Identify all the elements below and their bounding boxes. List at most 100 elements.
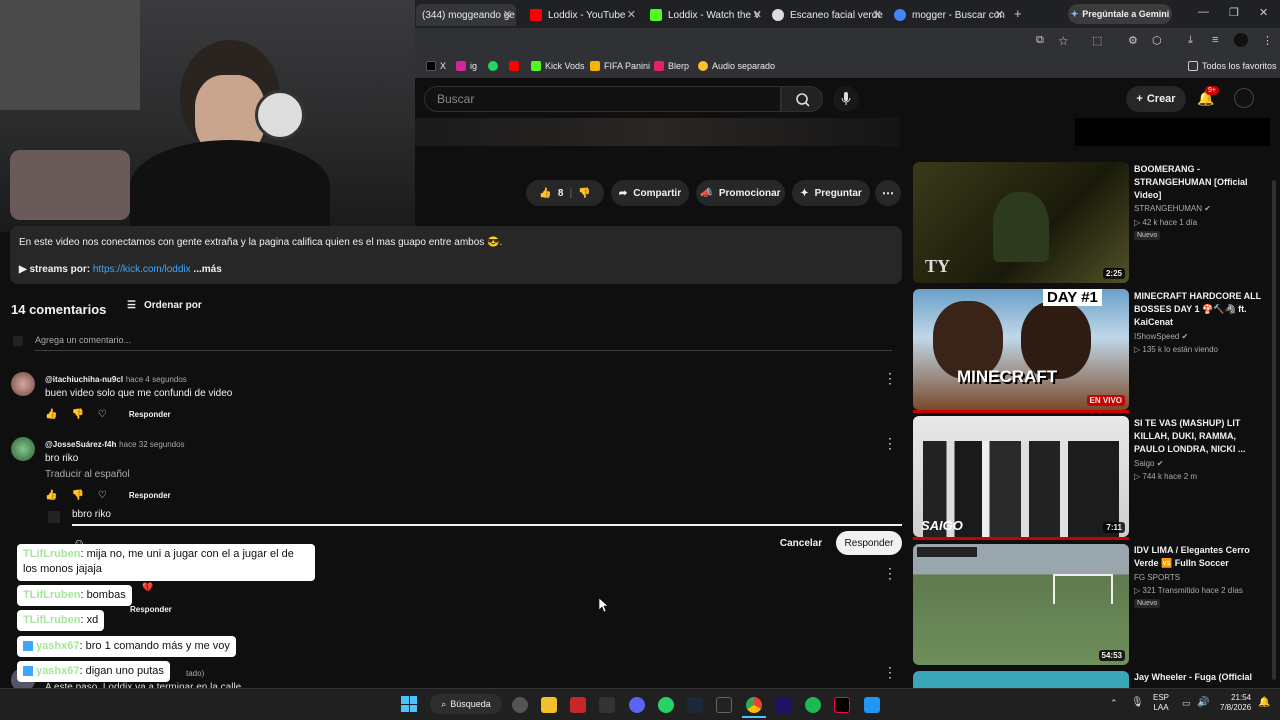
discord-icon[interactable] bbox=[629, 697, 645, 713]
bookmark-whatsapp[interactable] bbox=[488, 61, 498, 71]
gemini-button[interactable]: ✦ Pregúntale a Gemini bbox=[1068, 4, 1172, 24]
description-box[interactable]: En este video nos conectamos con gente e… bbox=[10, 226, 902, 284]
video-thumbnail[interactable]: SAIGO 7:11 bbox=[913, 416, 1129, 537]
channel-name[interactable]: IShowSpeed ✔ bbox=[1134, 332, 1188, 341]
translate-link[interactable]: Traducir al español bbox=[45, 469, 130, 480]
app-icon[interactable] bbox=[864, 697, 880, 713]
app-icon[interactable] bbox=[570, 697, 586, 713]
extension-icon[interactable]: ⬡ bbox=[1152, 34, 1162, 47]
new-tab-button[interactable]: + bbox=[1014, 6, 1022, 21]
epic-games-icon[interactable] bbox=[716, 697, 732, 713]
close-icon[interactable]: ✕ bbox=[873, 8, 882, 21]
browser-tab[interactable]: Loddix - Watch the V ✕ bbox=[644, 4, 766, 26]
spotify-icon[interactable] bbox=[805, 697, 821, 713]
video-thumbnail[interactable]: 54:53 bbox=[913, 544, 1129, 665]
add-comment-input[interactable]: Agrega un comentario... bbox=[35, 335, 131, 345]
bookmark-kick-vods[interactable]: Kick Vods bbox=[531, 61, 585, 71]
promote-button[interactable]: 📣 Promocionar bbox=[696, 180, 785, 206]
browser-tab[interactable]: (344) moggeando ge ✕ bbox=[416, 4, 516, 26]
network-icon[interactable]: ▭ bbox=[1182, 698, 1191, 709]
bookmark-youtube[interactable] bbox=[509, 61, 519, 71]
show-more-button[interactable]: ...más bbox=[193, 264, 221, 275]
heart-icon[interactable]: ♡ bbox=[98, 409, 107, 420]
close-icon[interactable]: ✕ bbox=[503, 8, 512, 21]
download-icon[interactable]: ⤓ bbox=[1188, 34, 1193, 47]
language-indicator[interactable]: ESP LAA bbox=[1153, 693, 1169, 714]
mic-icon[interactable]: 🎙 bbox=[1131, 697, 1144, 708]
reply-button[interactable]: Responder bbox=[129, 410, 171, 419]
reply-button[interactable]: Responder bbox=[130, 605, 172, 614]
taskbar-search[interactable]: ⌕ Búsqueda bbox=[430, 694, 502, 714]
chrome-icon[interactable] bbox=[746, 697, 762, 713]
thumbs-down-icon[interactable]: 👎 bbox=[71, 409, 83, 420]
clock[interactable]: 21:54 7/8/2026 bbox=[1220, 693, 1251, 714]
search-button[interactable] bbox=[781, 86, 823, 112]
thumbs-down-icon[interactable]: 👎 bbox=[71, 490, 83, 501]
thumbs-up-icon[interactable]: 👍 bbox=[45, 409, 57, 420]
avatar[interactable] bbox=[11, 437, 35, 461]
video-title[interactable]: Jay Wheeler - Fuga (Official bbox=[1134, 671, 1264, 684]
more-actions-button[interactable]: ⋯ bbox=[875, 180, 901, 206]
streams-link[interactable]: https://kick.com/loddix bbox=[93, 264, 191, 275]
video-thumbnail[interactable]: DAY #1 MINECRAFT EN VIVO bbox=[913, 289, 1129, 410]
extensions-icon[interactable]: ⬚ bbox=[1092, 34, 1102, 47]
bookmark-ig[interactable]: ig bbox=[456, 61, 477, 71]
scrollbar[interactable] bbox=[1272, 180, 1276, 680]
all-bookmarks[interactable]: Todos los favoritos bbox=[1188, 61, 1277, 71]
tiktok-icon[interactable] bbox=[834, 697, 850, 713]
thumbs-up-icon[interactable]: 👍 bbox=[539, 188, 551, 199]
cancel-button[interactable]: Cancelar bbox=[775, 534, 827, 552]
comment-menu-icon[interactable]: ⋮ bbox=[883, 370, 897, 387]
browser-tab[interactable]: Loddix - YouTube ✕ bbox=[524, 4, 640, 26]
comment-menu-icon[interactable]: ⋮ bbox=[883, 565, 897, 582]
comment-menu-icon[interactable]: ⋮ bbox=[883, 435, 897, 452]
channel-name[interactable]: STRANGEHUMAN ✔ bbox=[1134, 204, 1211, 213]
bookmark-x[interactable]: X bbox=[426, 61, 446, 71]
ask-button[interactable]: ✦ Preguntar bbox=[792, 180, 870, 206]
close-icon[interactable]: ✕ bbox=[753, 8, 762, 21]
close-window-button[interactable]: ✕ bbox=[1259, 6, 1268, 19]
tray-chevron-icon[interactable]: ⌃ bbox=[1110, 698, 1118, 709]
comment-time[interactable]: hace 32 segundos bbox=[119, 440, 184, 449]
close-icon[interactable]: ✕ bbox=[627, 8, 636, 21]
bookmark-blerp[interactable]: Blerp bbox=[654, 61, 689, 71]
close-icon[interactable]: ✕ bbox=[995, 8, 1004, 21]
profile-avatar[interactable] bbox=[1234, 33, 1248, 47]
submit-reply-button[interactable]: Responder bbox=[836, 531, 902, 555]
browser-tab[interactable]: mogger - Buscar con ✕ bbox=[888, 4, 1008, 26]
reply-input[interactable]: bbro riko bbox=[72, 509, 111, 520]
heart-icon[interactable]: ♡ bbox=[98, 490, 107, 501]
app-icon[interactable] bbox=[599, 697, 615, 713]
comment-menu-icon[interactable]: ⋮ bbox=[883, 664, 897, 681]
comment-time[interactable]: hace 4 segundos bbox=[126, 375, 187, 384]
browser-tab[interactable]: Escaneo facial verde ✕ bbox=[766, 4, 886, 26]
create-button[interactable]: + Crear bbox=[1126, 86, 1186, 112]
channel-name[interactable]: FG SPORTS bbox=[1134, 573, 1180, 582]
channel-name[interactable]: Saigo ✔ bbox=[1134, 459, 1163, 468]
premiere-icon[interactable] bbox=[776, 697, 792, 713]
extension-icon[interactable]: ⚙ bbox=[1128, 34, 1138, 47]
video-title[interactable]: BOOMERANG - STRANGEHUMAN [Official Video… bbox=[1134, 163, 1264, 202]
cast-icon[interactable]: ⧉ bbox=[1036, 34, 1044, 47]
notification-icon[interactable]: 🔔 bbox=[1258, 697, 1270, 708]
thumbs-down-icon[interactable]: 👎 bbox=[578, 188, 590, 199]
video-thumbnail[interactable] bbox=[913, 671, 1129, 688]
bookmark-fifa-panini[interactable]: FIFA Panini bbox=[590, 61, 650, 71]
video-title[interactable]: MINECRAFT HARDCORE ALL BOSSES DAY 1 🍄🔨🦓 … bbox=[1134, 290, 1264, 329]
account-avatar[interactable] bbox=[1234, 88, 1254, 108]
steam-icon[interactable] bbox=[687, 697, 703, 713]
app-icon[interactable] bbox=[512, 697, 528, 713]
share-button[interactable]: ➦ Compartir bbox=[611, 180, 689, 206]
reply-button[interactable]: Responder bbox=[129, 491, 171, 500]
sort-button[interactable]: ☰ Ordenar por bbox=[127, 300, 202, 311]
minimize-button[interactable]: — bbox=[1198, 6, 1209, 18]
maximize-button[interactable]: ❐ bbox=[1229, 6, 1239, 19]
video-player-bottom[interactable] bbox=[415, 118, 900, 146]
menu-icon[interactable]: ⋮ bbox=[1262, 34, 1273, 47]
comment-author[interactable]: @itachiuchiha-nu9cl bbox=[45, 375, 123, 384]
volume-icon[interactable]: 🔊 bbox=[1197, 697, 1209, 708]
star-icon[interactable]: ☆ bbox=[1058, 34, 1069, 48]
video-thumbnail[interactable]: TY 2:25 bbox=[913, 162, 1129, 283]
video-title[interactable]: IDV LIMA / Elegantes Cerro Verde 🆚 FuIln… bbox=[1134, 544, 1264, 570]
bookmark-audio-separado[interactable]: Audio separado bbox=[698, 61, 775, 71]
